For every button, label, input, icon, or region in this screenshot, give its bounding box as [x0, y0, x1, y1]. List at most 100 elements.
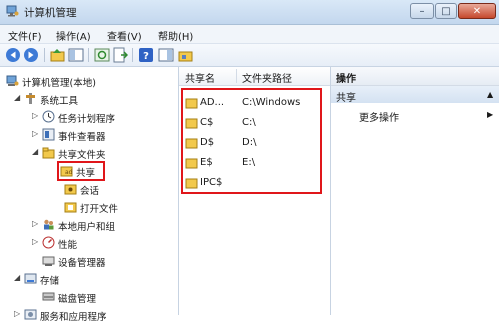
disk-icon — [42, 292, 55, 301]
sessions-icon — [64, 184, 77, 195]
new-share-icon[interactable] — [178, 47, 194, 63]
tree-item-label: 磁盘管理 — [58, 294, 97, 305]
tree-item-label: 设备管理器 — [58, 258, 106, 269]
actions-section-label: 共享 — [336, 93, 356, 104]
share-row[interactable]: AD... C:\Windows — [179, 93, 330, 113]
share-row[interactable]: IPC$ — [179, 173, 330, 193]
share-name: AD... — [200, 97, 225, 108]
users-icon — [44, 219, 54, 230]
tree-item-label: 本地用户和组 — [58, 222, 116, 233]
minimize-button[interactable]: – — [410, 3, 434, 19]
back-icon[interactable] — [5, 47, 21, 63]
tree-item-label: 任务计划程序 — [58, 114, 116, 125]
share-path: C:\ — [242, 117, 256, 128]
shared-folder-icon — [42, 147, 55, 159]
tree-item-label: 服务和应用程序 — [40, 312, 107, 323]
tree-item-services-applications[interactable]: ▷ 服务和应用程序 — [0, 307, 178, 323]
close-icon: ✕ — [472, 6, 482, 17]
clock-icon — [42, 110, 55, 123]
tree-item-open-files[interactable]: 打开文件 — [0, 199, 178, 215]
tree-item-device-manager[interactable]: 设备管理器 — [0, 253, 178, 269]
menu-file[interactable]: 文件(F) — [8, 28, 42, 43]
tree-item-local-users-groups[interactable]: ▷ 本地用户和组 — [0, 217, 178, 233]
share-name: E$ — [200, 157, 213, 168]
up-folder-icon[interactable] — [50, 47, 66, 63]
more-actions-item[interactable]: 更多操作 ▶ — [331, 107, 499, 124]
tree-item-performance[interactable]: ▷ 性能 — [0, 235, 178, 251]
collapse-arrow-icon[interactable]: ◢ — [14, 93, 20, 102]
tree-item-computer-management[interactable]: 计算机管理(本地) — [0, 73, 178, 89]
maximize-icon: □ — [441, 6, 451, 17]
help-icon[interactable]: ? — [138, 47, 154, 63]
column-header-folder-path[interactable]: 文件夹路径 — [242, 70, 292, 85]
share-row[interactable]: D$ D:\ — [179, 133, 330, 153]
tree-item-label: 打开文件 — [80, 204, 119, 215]
share-path: D:\ — [242, 137, 257, 148]
tree-item-label: 系统工具 — [40, 96, 79, 107]
tree-item-system-tools[interactable]: ◢ 系统工具 — [0, 91, 178, 107]
tree-item-label: 会话 — [80, 186, 100, 197]
tree-item-label: 性能 — [58, 240, 78, 251]
device-manager-icon — [42, 256, 55, 266]
event-viewer-icon — [42, 128, 55, 141]
tree-item-shared-folders[interactable]: ◢ 共享文件夹 — [0, 145, 178, 161]
actions-title: 操作 — [336, 74, 356, 85]
share-name: D$ — [200, 137, 215, 148]
tree-item-event-viewer[interactable]: ▷ 事件查看器 — [0, 127, 178, 143]
share-folder-icon — [185, 118, 198, 129]
tree-item-label: 事件查看器 — [58, 132, 106, 143]
export-list-icon[interactable] — [112, 47, 128, 63]
actions-header: 操作 — [331, 67, 499, 86]
share-row[interactable]: C$ C:\ — [179, 113, 330, 133]
title-bar: 计算机管理 – □ ✕ — [0, 0, 499, 25]
expand-arrow-icon[interactable]: ▷ — [32, 219, 38, 228]
submenu-arrow-icon: ▶ — [487, 110, 494, 119]
expand-arrow-icon[interactable]: ▷ — [14, 309, 20, 318]
menu-action[interactable]: 操作(A) — [56, 28, 91, 43]
tree-item-storage[interactable]: ◢ 存储 — [0, 271, 178, 287]
expand-arrow-icon[interactable]: ▷ — [32, 237, 38, 246]
tree-item-disk-management[interactable]: 磁盘管理 — [0, 289, 178, 305]
share-path: C:\Windows — [242, 97, 301, 108]
tree-item-label: 共享 — [76, 168, 96, 179]
expand-arrow-icon[interactable]: ▷ — [32, 129, 38, 138]
storage-icon — [24, 273, 37, 284]
forward-icon[interactable] — [23, 47, 39, 63]
actions-pane: 操作 共享 ▲ 更多操作 ▶ — [331, 67, 499, 315]
share-icon: ad — [60, 166, 73, 177]
tree-item-label: 计算机管理(本地) — [22, 78, 96, 89]
toolbar-separator — [44, 48, 45, 62]
menu-view[interactable]: 查看(V) — [107, 28, 142, 43]
column-separator[interactable] — [236, 69, 237, 83]
maximize-button[interactable]: □ — [435, 3, 457, 19]
share-folder-icon — [185, 178, 198, 189]
tree-item-label: 存储 — [40, 276, 60, 287]
close-button[interactable]: ✕ — [458, 3, 496, 19]
collapse-arrow-icon[interactable]: ◢ — [32, 147, 38, 156]
collapse-section-icon[interactable]: ▲ — [487, 90, 493, 99]
open-files-icon — [64, 202, 77, 213]
show-hide-tree-icon[interactable] — [68, 47, 84, 63]
refresh-icon[interactable] — [94, 47, 110, 63]
svg-text:?: ? — [143, 51, 149, 62]
collapse-arrow-icon[interactable]: ◢ — [14, 273, 20, 282]
share-row[interactable]: E$ E:\ — [179, 153, 330, 173]
svg-text:ad: ad — [65, 169, 73, 176]
column-header-share-name[interactable]: 共享名 — [185, 70, 215, 85]
tree-item-sessions[interactable]: 会话 — [0, 181, 178, 197]
menu-bar: 文件(F) 操作(A) 查看(V) 帮助(H) — [0, 25, 499, 44]
tree-item-shares[interactable]: ad 共享 — [0, 163, 178, 179]
menu-help[interactable]: 帮助(H) — [158, 28, 193, 43]
actions-section-shares[interactable]: 共享 ▲ — [331, 86, 499, 104]
share-folder-icon — [185, 98, 198, 109]
tree-item-label: 共享文件夹 — [58, 150, 106, 161]
tree-item-task-scheduler[interactable]: ▷ 任务计划程序 — [0, 109, 178, 125]
expand-arrow-icon[interactable]: ▷ — [32, 111, 38, 120]
share-path: E:\ — [242, 157, 256, 168]
share-folder-icon — [185, 158, 198, 169]
show-action-pane-icon[interactable] — [158, 47, 174, 63]
share-folder-icon — [185, 138, 198, 149]
more-actions-label: 更多操作 — [359, 113, 399, 124]
toolbar-separator — [88, 48, 89, 62]
share-name: IPC$ — [200, 177, 223, 188]
